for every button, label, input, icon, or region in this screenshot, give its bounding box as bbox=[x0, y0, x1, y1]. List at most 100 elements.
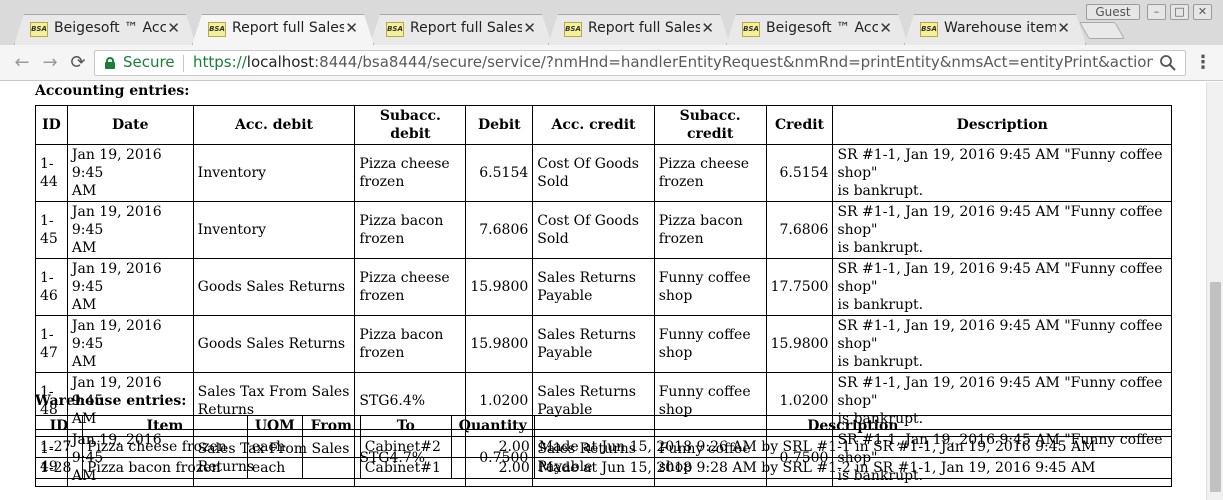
table-cell: Jan 19, 2016 9:45 AM bbox=[66, 201, 194, 259]
lock-body bbox=[105, 62, 115, 69]
lock-icon bbox=[105, 57, 115, 69]
close-tab-icon[interactable]: ✕ bbox=[167, 19, 180, 37]
accounting-column-header: ID bbox=[35, 105, 68, 145]
minimize-icon[interactable]: – bbox=[1147, 4, 1166, 20]
url-host: localhost bbox=[246, 53, 315, 71]
table-row: 1-27 Pizza cheese frozen each Cabinet#2 2.00… bbox=[35, 436, 1173, 458]
browser-tab-active[interactable]: BSA Report full Sales re ✕ bbox=[192, 14, 374, 45]
table-cell: Pizza bacon frozen bbox=[354, 201, 467, 259]
warehouse-header-row: ID Item UOM From To Quantity Description bbox=[35, 415, 1173, 437]
table-cell: Pizza cheese frozen bbox=[653, 144, 767, 202]
tab-strip: BSA Beigesoft ™ Accou ✕ BSA Report full … bbox=[0, 0, 1223, 45]
browser-tab[interactable]: BSA Report full Sales in ✕ bbox=[370, 14, 552, 45]
bsa-favicon-icon: BSA bbox=[920, 22, 938, 37]
warehouse-body: 1-27 Pizza cheese frozen each Cabinet#2 2.00… bbox=[35, 436, 1173, 479]
table-cell: Cabinet#1 bbox=[359, 457, 452, 479]
table-cell: Pizza bacon frozen bbox=[81, 457, 248, 479]
table-cell: Jan 19, 2016 9:45 AM bbox=[66, 315, 194, 373]
table-cell bbox=[301, 436, 361, 458]
table-row: 1- 44 Jan 19, 2016 9:45 AM Inventory Pizza … bbox=[35, 144, 1172, 202]
close-window-icon[interactable]: ✕ bbox=[1193, 4, 1212, 20]
warehouse-column-header: Quantity bbox=[450, 415, 535, 437]
table-cell: Jan 19, 2016 9:45 AM bbox=[66, 258, 194, 316]
table-cell: 1- 44 bbox=[35, 144, 68, 202]
divider bbox=[183, 55, 184, 72]
page-content: Accounting entries: ID Date Acc. debit Suba… bbox=[0, 82, 1206, 500]
table-cell: Cost Of Goods Sold bbox=[532, 201, 655, 259]
address-bar[interactable]: Secure https://localhost:8444/bsa8444/se… bbox=[94, 50, 1186, 76]
warehouse-column-header: Description bbox=[533, 415, 1173, 437]
table-cell: each bbox=[246, 436, 303, 458]
warehouse-entries-title: Warehouse entries: bbox=[35, 393, 187, 409]
table-cell: 15.9800 bbox=[465, 315, 534, 373]
maximize-icon[interactable]: □ bbox=[1170, 4, 1189, 20]
table-cell bbox=[301, 457, 361, 479]
close-tab-icon[interactable]: ✕ bbox=[1057, 19, 1070, 37]
back-arrow-icon[interactable]: ← bbox=[10, 51, 34, 75]
table-cell: 2.00 bbox=[450, 457, 535, 479]
warehouse-column-header: UOM bbox=[246, 415, 303, 437]
bsa-favicon-icon: BSA bbox=[30, 22, 48, 37]
url-scheme: https:// bbox=[193, 53, 247, 71]
accounting-column-header: Subacc. credit bbox=[653, 105, 767, 145]
accounting-column-header: Date bbox=[66, 105, 194, 145]
table-cell: Made at Jun 15, 2018 9:28 AM by SRL #1-2… bbox=[533, 457, 1173, 479]
table-row: 1- 47 Jan 19, 2016 9:45 AM Goods Sales Ret… bbox=[35, 315, 1172, 373]
tab-title: Beigesoft ™ Accou bbox=[766, 20, 878, 36]
zoom-magnifier-icon[interactable] bbox=[1159, 54, 1177, 72]
tab-title: Report full Sales re bbox=[232, 20, 344, 36]
browser-tab[interactable]: BSA Report full Sales in ✕ bbox=[548, 14, 730, 45]
table-cell: Sales Returns Payable bbox=[532, 258, 655, 316]
table-cell: 6.5154 bbox=[765, 144, 834, 202]
accounting-column-header: Acc. debit bbox=[192, 105, 356, 145]
warehouse-column-header: From bbox=[301, 415, 361, 437]
warehouse-column-header: To bbox=[359, 415, 452, 437]
close-tab-icon[interactable]: ✕ bbox=[523, 19, 536, 37]
close-tab-icon[interactable]: ✕ bbox=[701, 19, 714, 37]
browser-tab[interactable]: BSA Beigesoft ™ Accou ✕ bbox=[14, 14, 196, 45]
close-tab-icon[interactable]: ✕ bbox=[345, 19, 358, 37]
table-cell: 2.00 bbox=[450, 436, 535, 458]
table-cell: Made at Jun 15, 2018 9:26 AM by SRL #1-1… bbox=[533, 436, 1173, 458]
vertical-scrollbar[interactable] bbox=[1206, 82, 1223, 500]
table-cell: 1- 46 bbox=[35, 258, 68, 316]
table-cell: 7.6806 bbox=[465, 201, 534, 259]
browser-menu-icon[interactable]: ⋮ bbox=[1193, 51, 1213, 75]
accounting-column-header: Credit bbox=[765, 105, 834, 145]
table-cell: Sales Returns Payable bbox=[532, 315, 655, 373]
warehouse-column-header: ID bbox=[35, 415, 83, 437]
table-cell: 1- 45 bbox=[35, 201, 68, 259]
tab-title: Report full Sales in bbox=[588, 20, 700, 36]
table-cell: Funny coffee shop bbox=[653, 315, 767, 373]
tab-title: Report full Sales in bbox=[410, 20, 522, 36]
table-cell: SR #1-1, Jan 19, 2016 9:45 AM "Funny cof… bbox=[832, 144, 1172, 202]
table-row: 1-28 Pizza bacon frozen each Cabinet#1 2.00 M… bbox=[35, 457, 1173, 479]
table-cell: 1- 47 bbox=[35, 315, 68, 373]
reload-icon[interactable]: ⟳ bbox=[66, 51, 90, 75]
close-tab-icon[interactable]: ✕ bbox=[879, 19, 892, 37]
forward-arrow-icon[interactable]: → bbox=[38, 51, 62, 75]
table-cell: Goods Sales Returns bbox=[192, 315, 356, 373]
url-path: :8444/bsa8444/secure/service/?nmHnd=hand… bbox=[314, 53, 1153, 71]
profile-guest-button[interactable]: Guest bbox=[1086, 4, 1140, 20]
table-cell: Inventory bbox=[192, 144, 356, 202]
bsa-favicon-icon: BSA bbox=[208, 22, 226, 37]
table-cell: 1-28 bbox=[35, 457, 83, 479]
table-cell: Funny coffee shop bbox=[653, 258, 767, 316]
table-row: 1- 45 Jan 19, 2016 9:45 AM Inventory Pizza … bbox=[35, 201, 1172, 259]
url-text[interactable]: https://localhost:8444/bsa8444/secure/se… bbox=[193, 53, 1153, 71]
table-cell: Pizza cheese frozen bbox=[81, 436, 248, 458]
browser-tab[interactable]: BSA Beigesoft ™ Accou ✕ bbox=[726, 14, 908, 45]
table-cell: Inventory bbox=[192, 201, 356, 259]
accounting-column-header: Subacc. debit bbox=[354, 105, 467, 145]
table-cell: Cabinet#2 bbox=[359, 436, 452, 458]
table-cell: 6.5154 bbox=[465, 144, 534, 202]
table-cell: 1-27 bbox=[35, 436, 83, 458]
accounting-entries-title: Accounting entries: bbox=[35, 83, 190, 99]
table-cell: SR #1-1, Jan 19, 2016 9:45 AM "Funny cof… bbox=[832, 201, 1172, 259]
browser-tab[interactable]: BSA Warehouse items ✕ bbox=[904, 14, 1086, 45]
scrollbar-thumb[interactable] bbox=[1210, 282, 1221, 492]
table-cell: Pizza bacon frozen bbox=[354, 315, 467, 373]
table-row: 1- 46 Jan 19, 2016 9:45 AM Goods Sales Ret… bbox=[35, 258, 1172, 316]
table-cell: Jan 19, 2016 9:45 AM bbox=[66, 144, 194, 202]
